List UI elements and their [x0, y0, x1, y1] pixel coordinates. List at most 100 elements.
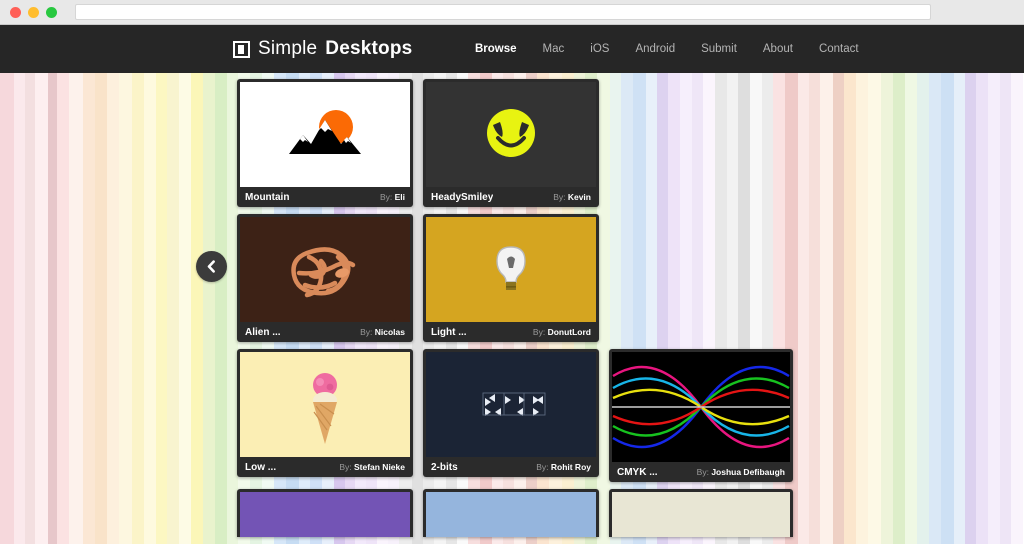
gallery-row: Alien ... By: Nicolas Light ... By: DonutL… [237, 214, 797, 342]
author-name[interactable]: Eli [395, 192, 405, 202]
wallpaper-card[interactable] [423, 489, 599, 537]
wallpaper-caption: CMYK ... By: Joshua Defibaugh [612, 462, 790, 482]
previous-page-button[interactable] [196, 251, 227, 282]
zoom-window-button[interactable] [46, 6, 57, 18]
author-prefix: By: [536, 462, 551, 472]
wallpaper-artwork-cmyk-icon [612, 352, 790, 462]
wallpaper-author[interactable]: By: Joshua Defibaugh [697, 467, 785, 477]
background-stripe [964, 73, 977, 544]
wallpaper-author[interactable]: By: Eli [380, 192, 405, 202]
nav-link-submit[interactable]: Submit [688, 43, 750, 55]
wallpaper-author[interactable]: By: Rohit Roy [536, 462, 591, 472]
author-prefix: By: [360, 327, 375, 337]
nav-link-mac[interactable]: Mac [530, 43, 578, 55]
wallpaper-title: HeadySmiley [431, 191, 494, 203]
wallpaper-thumbnail[interactable] [426, 82, 596, 187]
author-name[interactable]: Nicolas [375, 327, 405, 337]
author-name[interactable]: Stefan Nieke [354, 462, 405, 472]
nav-link-about[interactable]: About [750, 43, 806, 55]
background-stripe [976, 73, 988, 544]
background-stripe [856, 73, 869, 544]
wallpaper-artwork-bulb-icon [426, 217, 596, 322]
author-prefix: By: [532, 327, 548, 337]
author-prefix: By: [696, 467, 712, 477]
wallpaper-card[interactable]: HeadySmiley By: Kevin [423, 79, 599, 207]
wallpaper-thumbnail[interactable] [612, 352, 790, 462]
wallpaper-artwork-bits-icon [426, 352, 596, 457]
background-stripe [916, 73, 930, 544]
nav-link-browse[interactable]: Browse [462, 43, 530, 55]
wallpaper-thumbnail[interactable] [240, 82, 410, 187]
background-stripe [132, 73, 144, 544]
wallpaper-thumbnail[interactable] [426, 492, 596, 537]
wallpaper-caption: Light ... By: DonutLord [426, 322, 596, 342]
browser-chrome [0, 0, 1024, 25]
background-stripe [156, 73, 168, 544]
author-prefix: By: [553, 192, 568, 202]
background-stripe [178, 73, 191, 544]
close-window-button[interactable] [10, 6, 21, 18]
wallpaper-grid: Mountain By: Eli HeadySmiley By: Kevin A… [237, 79, 797, 544]
background-stripe [843, 73, 857, 544]
wallpaper-title: CMYK ... [617, 466, 658, 478]
wallpaper-card[interactable] [609, 489, 793, 537]
wallpaper-card[interactable]: Alien ... By: Nicolas [237, 214, 413, 342]
wallpaper-card[interactable]: Mountain By: Eli [237, 79, 413, 207]
wallpaper-title: Light ... [431, 326, 467, 338]
wallpaper-thumbnail[interactable] [612, 492, 790, 537]
wallpaper-thumbnail[interactable] [240, 492, 410, 537]
background-stripe [0, 73, 15, 544]
nav-link-android[interactable]: Android [622, 43, 688, 55]
site-navigation-bar: Simple Desktops Browse Mac iOS Android Submi… [0, 25, 1024, 73]
wallpaper-artwork-smiley-icon [426, 82, 596, 187]
site-logo[interactable]: Simple Desktops [233, 38, 412, 60]
wallpaper-artwork-alien-icon [240, 217, 410, 322]
background-stripe [48, 73, 58, 544]
nav-link-contact[interactable]: Contact [806, 43, 872, 55]
wallpaper-author[interactable]: By: Stefan Nieke [339, 462, 405, 472]
wallpaper-author[interactable]: By: Kevin [553, 192, 591, 202]
author-name[interactable]: Kevin [568, 192, 591, 202]
brand-name-bold: Desktops [325, 38, 413, 59]
nav-link-ios[interactable]: iOS [577, 43, 622, 55]
wallpaper-author[interactable]: By: DonutLord [533, 327, 591, 337]
background-stripe [905, 73, 917, 544]
wallpaper-author[interactable]: By: Nicolas [360, 327, 405, 337]
gallery-stage: Mountain By: Eli HeadySmiley By: Kevin A… [0, 73, 1024, 544]
author-prefix: By: [339, 462, 354, 472]
wallpaper-thumbnail[interactable] [240, 352, 410, 457]
square-window-icon [233, 40, 250, 58]
background-stripe [68, 73, 84, 544]
author-name[interactable]: Rohit Roy [551, 462, 591, 472]
wallpaper-thumbnail[interactable] [426, 217, 596, 322]
background-stripe [797, 73, 809, 544]
author-prefix: By: [379, 192, 395, 202]
minimize-window-button[interactable] [28, 6, 39, 18]
background-stripe [83, 73, 96, 544]
wallpaper-card[interactable]: CMYK ... By: Joshua Defibaugh [609, 349, 793, 482]
wallpaper-card[interactable]: Light ... By: DonutLord [423, 214, 599, 342]
wallpaper-title: Mountain [245, 191, 290, 203]
wallpaper-card[interactable]: Low ... By: Stefan Nieke [237, 349, 413, 477]
background-stripe [880, 73, 894, 544]
wallpaper-card[interactable]: 2-bits By: Rohit Roy [423, 349, 599, 477]
author-name[interactable]: Joshua Defibaugh [711, 467, 785, 477]
wallpaper-thumbnail[interactable] [240, 217, 410, 322]
background-stripe [95, 73, 107, 544]
wallpaper-title: Alien ... [245, 326, 281, 338]
background-stripe [143, 73, 157, 544]
address-bar-input[interactable] [75, 4, 931, 20]
author-name[interactable]: DonutLord [548, 327, 591, 337]
wallpaper-caption: Alien ... By: Nicolas [240, 322, 410, 342]
background-stripe [808, 73, 821, 544]
wallpaper-title: 2-bits [431, 461, 458, 473]
chevron-left-icon [207, 260, 215, 273]
background-stripe [999, 73, 1012, 544]
background-stripe [893, 73, 906, 544]
background-stripe [987, 73, 1000, 544]
wallpaper-card[interactable] [237, 489, 413, 537]
wallpaper-thumbnail[interactable] [426, 352, 596, 457]
background-stripe [14, 73, 25, 544]
nav-links: Browse Mac iOS Android Submit About Contact [462, 43, 872, 55]
background-stripe [929, 73, 942, 544]
